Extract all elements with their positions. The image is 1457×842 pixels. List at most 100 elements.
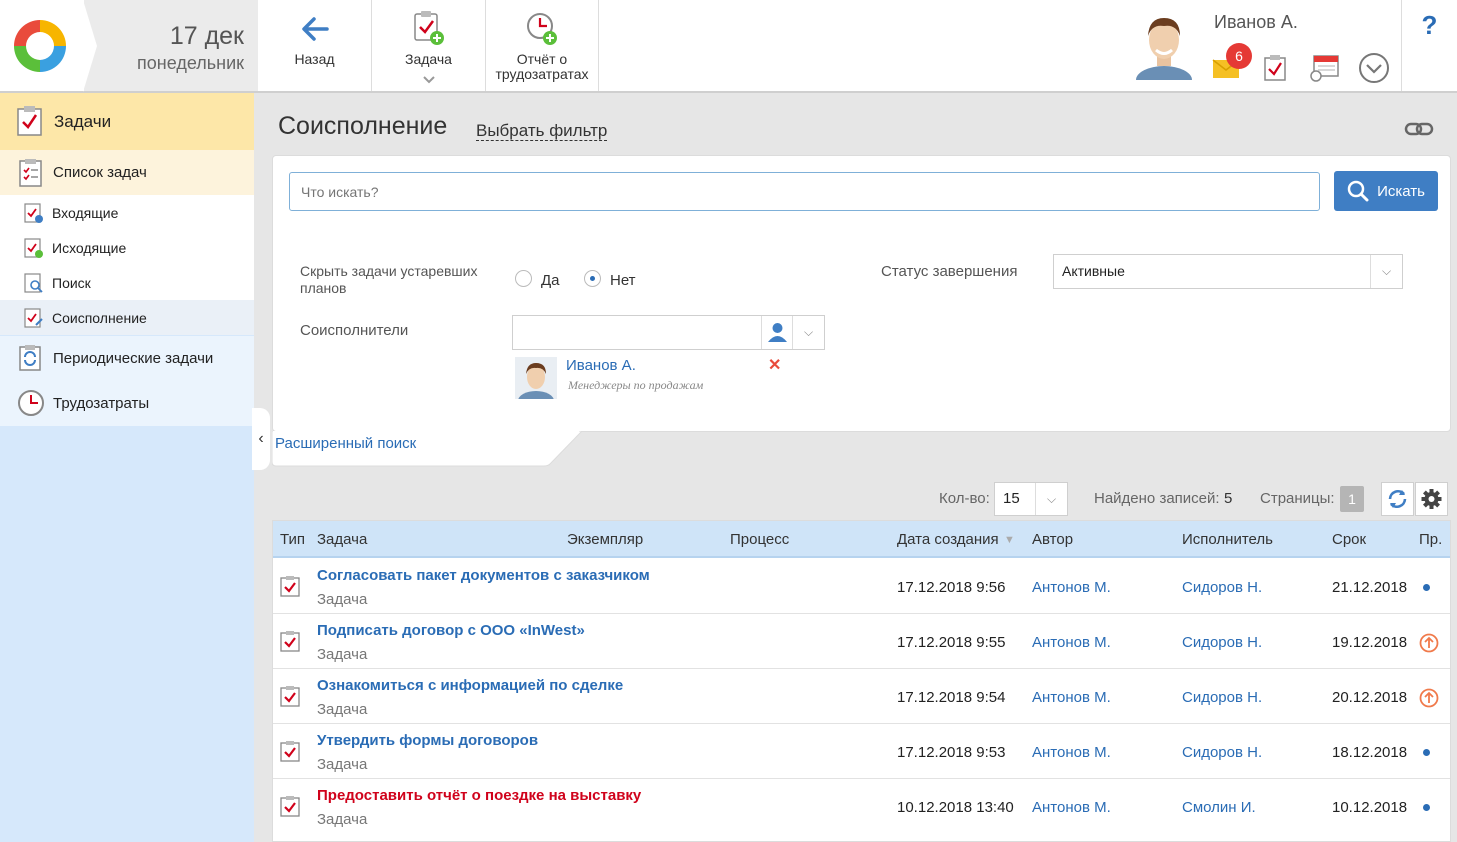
main-content: Соисполнение Выбрать фильтр Искать Скрыт… — [258, 93, 1457, 842]
co-executors-input[interactable]: ⌵ — [512, 315, 825, 350]
report-label-line1: Отчёт о — [516, 51, 568, 67]
table-row[interactable]: Ознакомиться с информацией по сделке Зад… — [273, 669, 1450, 724]
back-label: Назад — [294, 51, 335, 67]
settings-button[interactable] — [1415, 482, 1448, 516]
priority-normal-icon — [1423, 584, 1430, 591]
date-display: 17 дек понедельник — [83, 0, 258, 92]
search-button[interactable]: Искать — [1334, 171, 1438, 211]
executor-link[interactable]: Сидоров Н. — [1182, 634, 1262, 651]
col-type[interactable]: Тип — [280, 531, 305, 548]
radio-yes-label: Да — [541, 272, 560, 289]
task-title-overdue[interactable]: Предоставить отчёт о поездке на выставку — [317, 787, 641, 804]
sidebar-item-co-execution[interactable]: Соисполнение — [0, 300, 254, 335]
task-title[interactable]: Согласовать пакет документов с заказчико… — [317, 567, 650, 584]
count-select[interactable]: 15 ⌵ — [994, 482, 1068, 516]
arrow-left-icon — [301, 17, 329, 41]
task-type: Задача — [317, 811, 368, 828]
calendar-icon[interactable] — [1309, 54, 1341, 82]
author-link[interactable]: Антонов М. — [1032, 799, 1111, 816]
col-process[interactable]: Процесс — [730, 531, 789, 548]
count-value: 15 — [1003, 490, 1020, 507]
co-executor-avatar — [515, 357, 557, 399]
author-link[interactable]: Антонов М. — [1032, 579, 1111, 596]
sidebar-item-tasks[interactable]: Задачи — [0, 93, 254, 150]
app-logo[interactable] — [0, 0, 84, 91]
executor-link[interactable]: Сидоров Н. — [1182, 579, 1262, 596]
priority-high-icon — [1419, 688, 1439, 708]
clock-icon — [18, 390, 44, 416]
due-date: 21.12.2018 — [1332, 579, 1408, 596]
co-executor-name[interactable]: Иванов А. — [566, 357, 636, 374]
sidebar-item-labor[interactable]: Трудозатраты — [0, 381, 254, 426]
due-date: 20.12.2018 — [1332, 689, 1408, 706]
sidebar-item-incoming[interactable]: Входящие — [0, 195, 254, 230]
status-select[interactable]: Активные ⌵ — [1053, 254, 1403, 289]
sidebar-item-outgoing[interactable]: Исходящие — [0, 230, 254, 265]
col-task[interactable]: Задача — [317, 531, 367, 548]
mail-badge: 6 — [1226, 43, 1252, 69]
top-bar: 17 дек понедельник Назад Задача Отчёт от… — [0, 0, 1457, 93]
co-executor-role: Менеджеры по продажам — [568, 378, 704, 392]
executor-link[interactable]: Сидоров Н. — [1182, 689, 1262, 706]
report-label-line2: трудозатратах — [495, 66, 589, 82]
task-title[interactable]: Утвердить формы договоров — [317, 732, 538, 749]
advanced-search-link[interactable]: Расширенный поиск — [275, 435, 416, 452]
filter-select-link[interactable]: Выбрать фильтр — [476, 121, 608, 141]
page-number-button[interactable]: 1 — [1340, 486, 1364, 512]
sidebar-item-label: Поиск — [52, 274, 91, 291]
due-date: 19.12.2018 — [1332, 634, 1408, 651]
task-type: Задача — [317, 646, 368, 663]
task-title[interactable]: Ознакомиться с информацией по сделке — [317, 677, 623, 694]
sidebar-item-search[interactable]: Поиск — [0, 265, 254, 300]
user-menu-chevron-icon[interactable] — [1358, 52, 1390, 84]
labor-report-button[interactable]: Отчёт о трудозатратах — [486, 0, 599, 91]
sidebar-item-task-list[interactable]: Список задач — [0, 150, 254, 195]
due-date: 10.12.2018 — [1332, 799, 1408, 816]
col-priority[interactable]: Пр. — [1419, 531, 1442, 548]
status-value: Активные — [1062, 263, 1125, 279]
priority-normal-icon — [1423, 804, 1430, 811]
sidebar-item-label: Список задач — [53, 164, 147, 181]
author-link[interactable]: Антонов М. — [1032, 744, 1111, 761]
col-instance[interactable]: Экземпляр — [567, 531, 643, 548]
logo-icon — [14, 20, 66, 72]
hide-outdated-label-line2: планов — [300, 280, 347, 296]
col-created[interactable]: Дата создания — [897, 531, 999, 548]
back-button[interactable]: Назад — [258, 0, 372, 91]
search-panel: Искать Скрыть задачи устаревшихпланов Да… — [272, 155, 1451, 432]
col-executor[interactable]: Исполнитель — [1182, 531, 1273, 548]
user-picker-button[interactable] — [761, 316, 792, 349]
page-title: Соисполнение — [278, 112, 448, 140]
created-date: 10.12.2018 13:40 — [897, 799, 1014, 816]
executor-link[interactable]: Сидоров Н. — [1182, 744, 1262, 761]
help-button[interactable]: ? — [1401, 0, 1457, 91]
due-date: 18.12.2018 — [1332, 744, 1408, 761]
col-author[interactable]: Автор — [1032, 531, 1073, 548]
table-row[interactable]: Утвердить формы договоров Задача 17.12.2… — [273, 724, 1450, 779]
sidebar-item-label: Входящие — [52, 204, 119, 221]
refresh-button[interactable] — [1381, 482, 1414, 516]
search-icon — [1347, 180, 1369, 202]
user-name[interactable]: Иванов А. — [1214, 12, 1298, 33]
table-row[interactable]: Предоставить отчёт о поездке на выставку… — [273, 779, 1450, 834]
radio-no-label: Нет — [610, 272, 636, 289]
co-execution-icon — [24, 308, 43, 328]
executor-link[interactable]: Смолин И. — [1182, 799, 1256, 816]
user-avatar[interactable] — [1134, 10, 1194, 80]
link-icon[interactable] — [1404, 121, 1434, 137]
task-title[interactable]: Подписать договор с ООО «InWest» — [317, 622, 585, 639]
new-task-button[interactable]: Задача — [372, 0, 486, 91]
tasks-icon[interactable] — [1263, 54, 1289, 82]
table-row[interactable]: Согласовать пакет документов с заказчико… — [273, 559, 1450, 614]
priority-normal-icon — [1423, 749, 1430, 756]
author-link[interactable]: Антонов М. — [1032, 689, 1111, 706]
remove-icon[interactable]: ✕ — [768, 355, 781, 375]
radio-no[interactable] — [584, 270, 601, 287]
sidebar-item-periodic[interactable]: Периодические задачи — [0, 336, 254, 381]
chevron-down-icon[interactable]: ⌵ — [792, 316, 824, 349]
radio-yes[interactable] — [515, 270, 532, 287]
table-row[interactable]: Подписать договор с ООО «InWest» Задача … — [273, 614, 1450, 669]
author-link[interactable]: Антонов М. — [1032, 634, 1111, 651]
search-input[interactable] — [289, 172, 1320, 211]
col-due[interactable]: Срок — [1332, 531, 1366, 548]
